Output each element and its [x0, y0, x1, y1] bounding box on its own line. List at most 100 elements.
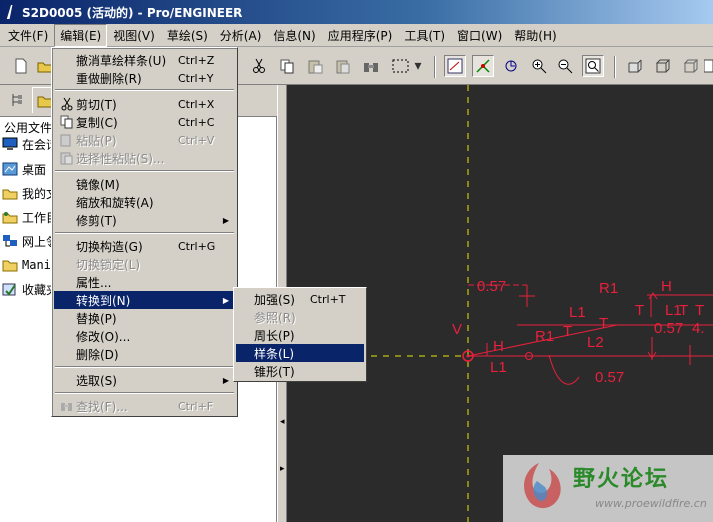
menu-item-paste[interactable]: 粘贴(P) Ctrl+V — [54, 131, 235, 149]
monitor-icon — [2, 137, 18, 151]
constraint-label: T — [599, 315, 608, 332]
menu-edit[interactable]: 编辑(E) — [54, 23, 108, 47]
binoculars-icon[interactable] — [360, 55, 382, 77]
menu-item-undo[interactable]: 撤消草绘样条(U) Ctrl+Z — [54, 51, 235, 69]
submenu-item-reference[interactable]: 参照(R) — [236, 308, 364, 326]
nav-item-desktop[interactable]: 桌面 — [2, 160, 46, 178]
menu-item-redo[interactable]: 重做删除(R) Ctrl+Y — [54, 69, 235, 87]
constraint-label: H — [661, 278, 672, 295]
copy-icon[interactable] — [276, 55, 298, 77]
sketch-orientation-icon[interactable] — [444, 55, 466, 77]
zoom-in-icon[interactable] — [528, 55, 550, 77]
menu-separator — [55, 366, 234, 368]
dimension-text: 0.57 — [595, 369, 624, 386]
toolbar-separator — [434, 56, 436, 78]
dimension-text: 0.57 — [654, 320, 683, 337]
watermark-title: 野火论坛 — [573, 467, 670, 492]
dimension-text: 0.57 — [477, 278, 506, 295]
watermark: 野火论坛 www.proewildfire.cn — [503, 455, 713, 522]
constraint-label: R1 — [535, 328, 554, 345]
submenu-arrow-icon: ▶ — [222, 295, 229, 305]
chevron-down-icon[interactable]: ▾ — [412, 55, 424, 77]
view-wireframe-icon[interactable] — [680, 55, 702, 77]
constraint-label: L1 — [569, 304, 586, 321]
window-title: S2D0005 (活动的) - Pro/ENGINEER — [22, 5, 243, 20]
network-icon — [2, 234, 18, 248]
menu-item-properties[interactable]: 属性... — [54, 273, 235, 291]
menu-sketch[interactable]: 草绘(S) — [161, 24, 214, 47]
menu-separator — [55, 89, 234, 91]
menu-file[interactable]: 文件(F) — [2, 24, 54, 47]
menu-tools[interactable]: 工具(T) — [398, 24, 451, 47]
constraint-label: L2 — [587, 334, 604, 351]
new-file-icon[interactable] — [10, 55, 32, 77]
menu-item-paste-special[interactable]: 选择性粘贴(S)... — [54, 149, 235, 167]
menu-item-convert-to[interactable]: 转换到(N) ▶ — [54, 291, 235, 309]
constraint-label: T — [695, 302, 704, 319]
menu-item-scale-rotate[interactable]: 缩放和旋转(A) — [54, 193, 235, 211]
expand-right-icon[interactable]: ▸ — [280, 464, 285, 474]
menu-separator — [55, 232, 234, 234]
constraint-label: T — [635, 302, 644, 319]
find-icon — [58, 398, 76, 414]
submenu-item-taper[interactable]: 锥形(T) — [236, 362, 364, 380]
menu-item-copy[interactable]: 复制(C) Ctrl+C — [54, 113, 235, 131]
paste-icon[interactable] — [304, 55, 326, 77]
menu-item-delete[interactable]: 删除(D) — [54, 345, 235, 363]
repaint-icon[interactable] — [500, 55, 522, 77]
menu-item-cut[interactable]: 剪切(T) Ctrl+X — [54, 95, 235, 113]
menu-analysis[interactable]: 分析(A) — [214, 24, 268, 47]
menu-window[interactable]: 窗口(W) — [451, 24, 508, 47]
scissors-icon — [58, 96, 76, 112]
menu-applications[interactable]: 应用程序(P) — [322, 24, 399, 47]
nav-item-label: 桌面 — [22, 162, 47, 177]
menu-item-toggle-construction[interactable]: 切换构造(G) Ctrl+G — [54, 237, 235, 255]
constraint-label: R1 — [599, 280, 618, 297]
model-tree-tab-icon[interactable] — [4, 87, 30, 113]
nav-item-my-documents[interactable]: 我的文 — [2, 184, 58, 202]
nav-item-network[interactable]: 网上邻 — [2, 232, 58, 250]
menu-item-replace[interactable]: 替换(P) — [54, 309, 235, 327]
nav-item-manikin[interactable]: Manik — [2, 256, 58, 274]
dimension-text: 4. — [692, 320, 705, 337]
constraint-label: L1 — [665, 302, 682, 319]
cut-icon[interactable] — [248, 55, 270, 77]
menu-bar: 文件(F) 编辑(E) 视图(V) 草绘(S) 分析(A) 信息(N) 应用程序… — [0, 23, 713, 47]
menu-info[interactable]: 信息(N) — [267, 24, 321, 47]
submenu-arrow-icon: ▶ — [222, 215, 229, 225]
zoom-out-icon[interactable] — [554, 55, 576, 77]
collapse-left-icon[interactable]: ◂ — [280, 417, 285, 427]
menu-help[interactable]: 帮助(H) — [508, 24, 562, 47]
submenu-item-spline[interactable]: 样条(L) — [236, 344, 364, 362]
app-icon — [6, 5, 13, 19]
favorites-icon — [2, 282, 18, 296]
paste-special-icon — [58, 150, 76, 166]
menu-item-find[interactable]: 查找(F)... Ctrl+F — [54, 397, 235, 415]
menu-item-toggle-lock[interactable]: 切换锁定(L) — [54, 255, 235, 273]
view-shaded-icon[interactable] — [624, 55, 646, 77]
nav-item-session[interactable]: 在会话 — [2, 135, 58, 153]
edit-menu: 撤消草绘样条(U) Ctrl+Z 重做删除(R) Ctrl+Y 剪切(T) Ctrl+… — [51, 47, 238, 417]
menu-separator — [55, 170, 234, 172]
view-hidden-icon[interactable] — [652, 55, 674, 77]
submenu-item-strengthen[interactable]: 加强(S) Ctrl+T — [236, 290, 364, 308]
sketch-vertices-icon[interactable] — [472, 55, 494, 77]
select-box-icon[interactable] — [390, 55, 412, 77]
copy-icon — [58, 114, 76, 130]
menu-item-mirror[interactable]: 镜像(M) — [54, 175, 235, 193]
folder-star-icon — [2, 210, 18, 224]
toolbar-separator — [614, 56, 616, 78]
nav-item-working-dir[interactable]: 工作目 — [2, 208, 58, 226]
submenu-item-perimeter[interactable]: 周长(P) — [236, 326, 364, 344]
zoom-fit-icon[interactable] — [582, 55, 604, 77]
nav-item-favorites[interactable]: 收藏夹 — [2, 280, 58, 298]
menu-item-modify[interactable]: 修改(O)... — [54, 327, 235, 345]
menu-item-trim[interactable]: 修剪(T) ▶ — [54, 211, 235, 229]
constraint-label: H — [493, 338, 504, 355]
paste-special-icon[interactable] — [332, 55, 354, 77]
menu-item-select[interactable]: 选取(S) ▶ — [54, 371, 235, 389]
paste-icon — [58, 132, 76, 148]
toolbar-overflow-icon[interactable] — [704, 55, 713, 77]
title-bar: S2D0005 (活动的) - Pro/ENGINEER — [0, 0, 713, 24]
menu-view[interactable]: 视图(V) — [107, 24, 161, 47]
